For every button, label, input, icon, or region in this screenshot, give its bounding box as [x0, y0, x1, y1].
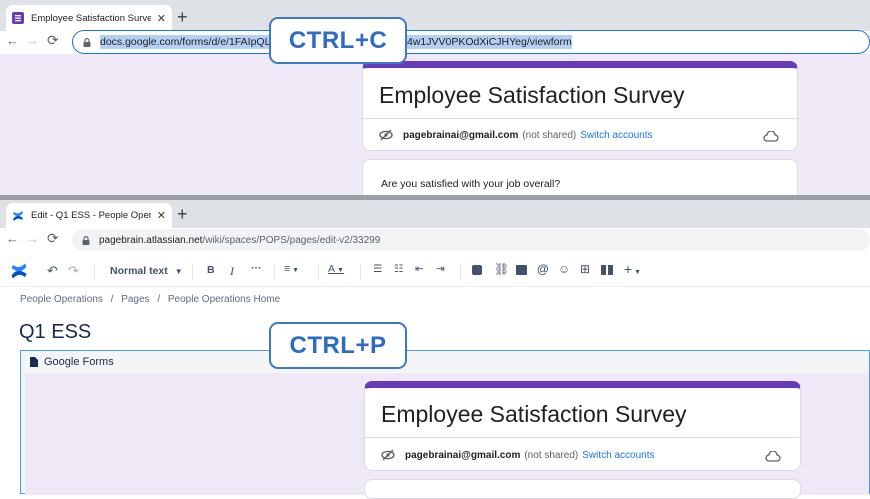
google-forms-icon	[12, 12, 24, 24]
text-style-dropdown[interactable]: Normal text ▼	[110, 265, 183, 277]
lock-icon	[83, 37, 91, 47]
chevron-down-icon: ▼	[174, 267, 183, 276]
lock-icon	[82, 235, 90, 245]
new-tab-icon[interactable]: +	[177, 8, 188, 26]
reload-icon[interactable]: ⟳	[47, 230, 59, 247]
undo-icon[interactable]: ↶	[47, 263, 58, 279]
page-title[interactable]: Q1 ESS	[19, 321, 91, 344]
separator	[460, 265, 461, 279]
close-icon[interactable]: ✕	[157, 209, 166, 222]
back-icon[interactable]: ←	[6, 33, 19, 48]
not-shared-icon	[379, 129, 393, 141]
confluence-logo[interactable]	[10, 262, 28, 280]
outdent-icon[interactable]: ⇤	[415, 263, 424, 275]
insert-more-icon[interactable]: + ▼	[624, 261, 641, 277]
forward-icon[interactable]: →	[26, 33, 39, 48]
forward-icon[interactable]: →	[26, 231, 39, 246]
italic-icon[interactable]: I	[230, 264, 234, 279]
separator	[318, 265, 319, 279]
numbered-list-icon[interactable]: ☷	[394, 263, 403, 275]
text-style-label: Normal text	[110, 265, 168, 277]
divider	[363, 118, 797, 119]
close-icon[interactable]: ✕	[157, 12, 166, 25]
link-icon[interactable]: ⛓	[494, 262, 509, 276]
top-form-header-card: Employee Satisfaction Survey pagebrainai…	[362, 61, 798, 151]
macro-header: Google Forms	[30, 356, 114, 368]
align-icon[interactable]: ≡ ▼	[284, 263, 299, 275]
url-domain: pagebrain.atlassian.net	[99, 234, 203, 246]
account-email: pagebrainai@gmail.com	[403, 129, 519, 141]
url-path: /wiki/spaces/POPS/pages/edit-v2/33299	[202, 234, 381, 246]
back-icon[interactable]: ←	[6, 231, 19, 246]
new-tab-icon[interactable]: +	[177, 205, 188, 223]
question-text: Are you satisfied with your job overall?	[381, 178, 561, 190]
cloud-icon	[765, 451, 781, 462]
embedded-form-header-card: Employee Satisfaction Survey pagebrainai…	[364, 381, 801, 471]
breadcrumb-item[interactable]: People Operations Home	[168, 294, 280, 305]
mention-icon[interactable]: @	[537, 262, 549, 276]
more-formatting-icon[interactable]: ···	[251, 262, 262, 274]
confluence-icon	[13, 210, 23, 221]
print-shortcut-callout: CTRL+P	[269, 322, 407, 369]
separator	[192, 265, 193, 279]
divider	[365, 437, 800, 438]
reload-icon[interactable]: ⟳	[47, 32, 59, 49]
emoji-icon[interactable]: ☺	[558, 262, 570, 276]
bold-icon[interactable]: B	[207, 264, 215, 276]
text-color-icon[interactable]: A ▼	[328, 263, 344, 275]
not-shared-text: (not shared)	[522, 129, 577, 141]
checkbox-icon[interactable]	[472, 265, 482, 275]
bullet-list-icon[interactable]: ☰	[373, 263, 382, 275]
url-text: docs.google.com/forms/d/e/1FAIpQLSdT	[100, 35, 290, 49]
layout-icon-part	[608, 265, 613, 275]
account-line: pagebrainai@gmail.com (not shared) Switc…	[379, 129, 653, 141]
redo-icon[interactable]: ↷	[68, 263, 79, 279]
cloud-icon	[763, 131, 779, 142]
bottom-tab[interactable]: Edit - Q1 ESS - People Operation ✕	[6, 203, 172, 228]
form-title: Employee Satisfaction Survey	[379, 82, 685, 108]
url-text-tail: 4w1JVV0PKOdXiCJHYeg/viewform	[407, 35, 572, 49]
table-icon[interactable]: ⊞	[580, 262, 590, 276]
indent-icon[interactable]: ⇥	[436, 263, 445, 275]
not-shared-icon	[381, 449, 395, 461]
separator	[94, 265, 95, 279]
top-tab[interactable]: Employee Satisfaction Survey ✕	[6, 5, 172, 31]
separator	[274, 265, 275, 279]
bottom-tab-title: Edit - Q1 ESS - People Operation	[31, 210, 151, 221]
account-line: pagebrainai@gmail.com (not shared) Switc…	[381, 449, 655, 461]
address-bar[interactable]: pagebrain.atlassian.net /wiki/spaces/POP…	[72, 229, 870, 251]
macro-label: Google Forms	[44, 356, 114, 368]
switch-accounts-link[interactable]: Switch accounts	[580, 130, 652, 141]
separator	[360, 265, 361, 279]
form-title: Employee Satisfaction Survey	[381, 401, 687, 427]
account-email: pagebrainai@gmail.com	[405, 449, 521, 461]
switch-accounts-link[interactable]: Switch accounts	[582, 450, 654, 461]
embedded-question-card	[364, 479, 801, 499]
image-icon[interactable]	[516, 265, 527, 275]
breadcrumb-item[interactable]: People Operations	[20, 294, 103, 305]
not-shared-text: (not shared)	[524, 449, 579, 461]
breadcrumb: People Operations / Pages / People Opera…	[20, 294, 281, 305]
breadcrumb-item[interactable]: Pages	[121, 294, 149, 305]
document-icon	[30, 357, 38, 367]
copy-shortcut-callout: CTRL+C	[269, 17, 407, 64]
layout-icon[interactable]	[601, 265, 606, 275]
top-tab-title: Employee Satisfaction Survey	[31, 12, 151, 24]
